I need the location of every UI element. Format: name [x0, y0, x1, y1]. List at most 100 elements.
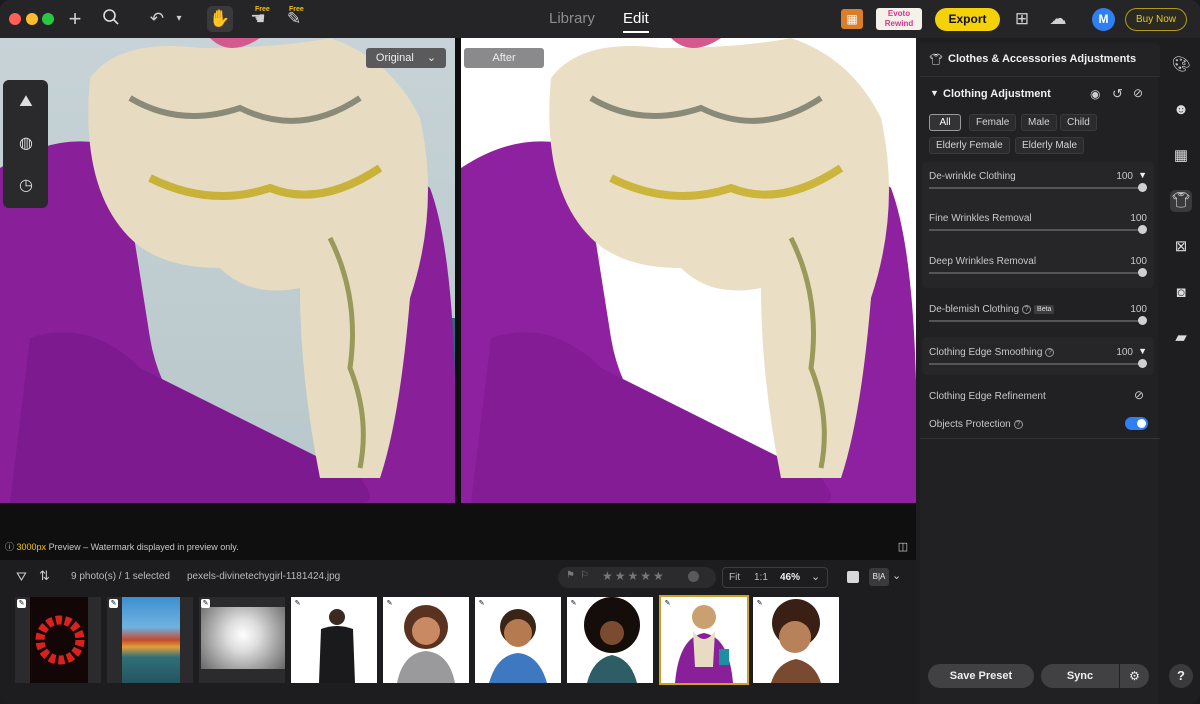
section-header[interactable]: 👕︎ Clothes & Accessories Adjustments [920, 45, 1160, 75]
slider-knob[interactable] [1138, 359, 1147, 368]
title-bar: + ↶ ▾ ✋ ☚ Free ✎ Free Library Edit ▦ Evo… [0, 0, 1200, 38]
search-icon[interactable] [100, 8, 122, 32]
chip-male[interactable]: Male [1021, 114, 1057, 131]
chevron-down-icon[interactable]: ⌄ [892, 569, 901, 582]
clothing-icon[interactable]: 👕︎ [1170, 190, 1192, 212]
plugin-icon[interactable]: ⊞ [1011, 8, 1033, 30]
dropdown-triangle-icon[interactable]: ▼ [1138, 346, 1147, 356]
add-icon[interactable]: + [64, 8, 86, 30]
crop-icon[interactable]: ⊠ [1170, 236, 1192, 258]
before-after-view-icon[interactable]: B|A [869, 568, 889, 586]
folder-settings-icon[interactable]: ▰ [1170, 327, 1192, 349]
avatar[interactable]: M [1092, 8, 1115, 31]
free-badge: Free [255, 6, 270, 13]
compare-mode-dropdown[interactable]: Original ⌄ [366, 48, 446, 68]
shirt-icon: 👕︎ [929, 54, 943, 66]
background-icon[interactable]: ▦ [1170, 145, 1192, 167]
objects-protection-toggle[interactable] [1125, 417, 1148, 430]
slider-label: Fine Wrinkles Removal [929, 213, 1032, 224]
help-icon[interactable]: ? [1013, 420, 1023, 429]
star-rating-icon[interactable]: ★★★★★ [602, 569, 666, 583]
minimize-window-button[interactable] [26, 13, 38, 25]
thumbnail-red-spiral[interactable]: ✎ [15, 597, 101, 683]
slider-knob[interactable] [1138, 316, 1147, 325]
flag-icon[interactable]: ⚑ [566, 570, 575, 581]
collapse-triangle-icon[interactable]: ▼ [930, 88, 939, 98]
tab-edit[interactable]: Edit [623, 10, 649, 33]
filmstrip-toolbar: ⛛ ⇅ 9 photo(s) / 1 selected pexels-divin… [12, 567, 912, 589]
sort-icon[interactable]: ⇅ [39, 568, 50, 584]
slider-label-text: De-blemish Clothing [929, 304, 1020, 315]
thumbnail-white-corridor[interactable]: ✎ [199, 597, 285, 683]
fit-button[interactable]: Fit [729, 572, 740, 583]
edited-icon: ✎ [755, 599, 764, 608]
thumbnail-man-in-suit[interactable]: ✎ [291, 597, 377, 683]
save-preset-button[interactable]: Save Preset [928, 664, 1034, 688]
cloud-sync-icon[interactable]: ☁ [1046, 8, 1070, 30]
thumbnail-smiling-man[interactable]: ✎ [475, 597, 561, 683]
thumbnail-colorful-buildings[interactable]: ✎ [107, 597, 193, 683]
slider-knob[interactable] [1138, 268, 1147, 277]
rewind-badge[interactable]: Evoto Rewind [876, 8, 922, 30]
camera-icon[interactable]: ◙ [1170, 282, 1192, 304]
slider-knob[interactable] [1138, 225, 1147, 234]
chip-all[interactable]: All [929, 114, 961, 131]
edited-icon: ✎ [477, 599, 486, 608]
gift-box-icon[interactable]: ▦ [841, 9, 863, 29]
help-icon[interactable]: ? [1045, 348, 1055, 357]
slider-track[interactable] [929, 183, 1147, 192]
close-window-button[interactable] [9, 13, 21, 25]
canvas-area: Original ⌄ After ⛰ ◍ ◷ [0, 38, 916, 560]
help-icon[interactable]: ? [1022, 305, 1032, 314]
edge-refinement-label: Clothing Edge Refinement [929, 391, 1046, 402]
slider-value: 100 [1130, 256, 1147, 267]
one-to-one-button[interactable]: 1:1 [754, 572, 768, 583]
slider-track[interactable] [929, 359, 1147, 368]
split-view-icon[interactable]: ◫ [895, 536, 911, 558]
history-clock-icon[interactable]: ◷ [16, 176, 36, 196]
reset-icon[interactable]: ↺ [1112, 86, 1123, 102]
single-view-icon[interactable] [847, 571, 859, 583]
sub-title: Clothing Adjustment [943, 88, 1051, 100]
thumbnail-young-girl[interactable]: ✎ [753, 597, 839, 683]
slider-track[interactable] [929, 268, 1147, 277]
thumbnail-curly-hair-woman[interactable]: ✎ [567, 597, 653, 683]
chip-elderly-male[interactable]: Elderly Male [1015, 137, 1085, 154]
sync-settings-gear-icon[interactable]: ⚙ [1120, 664, 1149, 688]
zoom-value[interactable]: 46% [780, 572, 800, 583]
palette-icon[interactable]: 🎨︎ [1170, 54, 1192, 76]
color-label-icon[interactable] [688, 571, 699, 582]
slider-track[interactable] [929, 225, 1147, 234]
thumbnail-scarf-woman[interactable]: ✎ [659, 595, 749, 685]
zoom-window-button[interactable] [42, 13, 54, 25]
tab-library[interactable]: Library [549, 10, 595, 27]
hand-tool-icon[interactable]: ✋ [207, 6, 233, 32]
face-icon[interactable]: ☻ [1170, 99, 1192, 121]
sync-button[interactable]: Sync [1041, 664, 1119, 688]
slider-label: De-wrinkle Clothing [929, 171, 1016, 182]
undo-icon[interactable]: ↶ [146, 8, 168, 30]
chip-elderly-female[interactable]: Elderly Female [929, 137, 1010, 154]
chip-female[interactable]: Female [969, 114, 1017, 131]
edited-icon: ✎ [293, 599, 302, 608]
thumbnail-smiling-woman[interactable]: ✎ [383, 597, 469, 683]
chevron-down-icon[interactable]: ⌄ [811, 570, 820, 583]
original-photo: Original ⌄ [0, 38, 455, 503]
brush-erase-icon[interactable]: ⊘ [1133, 86, 1143, 100]
buy-now-button[interactable]: Buy Now [1125, 8, 1187, 31]
slider-knob[interactable] [1138, 183, 1147, 192]
preview-notice: ⓘ 3000px Preview – Watermark displayed i… [5, 540, 239, 553]
texture-tool-icon[interactable]: ◍ [16, 134, 36, 154]
undo-history-chevron-icon[interactable]: ▾ [172, 8, 186, 30]
filter-icon[interactable]: ⛛ [16, 569, 27, 585]
help-button[interactable]: ? [1169, 664, 1193, 688]
chip-child[interactable]: Child [1060, 114, 1097, 131]
dropdown-triangle-icon[interactable]: ▼ [1138, 170, 1147, 180]
slider-track[interactable] [929, 316, 1147, 325]
reject-flag-icon[interactable]: ⚐ [580, 570, 589, 581]
export-button[interactable]: Export [935, 8, 1000, 31]
refine-brush-icon[interactable]: ⊘ [1134, 388, 1144, 402]
visibility-eye-icon[interactable]: ◉ [1090, 87, 1100, 101]
gender-chips-row-1: All Female Male Child [929, 114, 1149, 131]
landscape-tool-icon[interactable]: ⛰ [16, 92, 36, 112]
